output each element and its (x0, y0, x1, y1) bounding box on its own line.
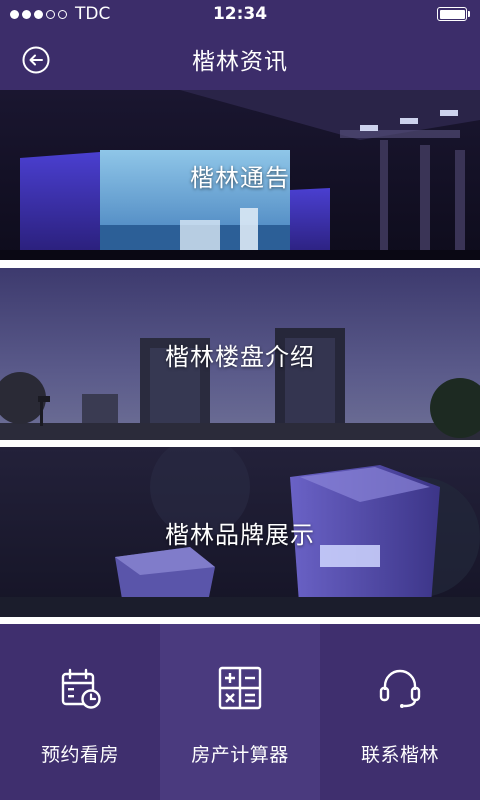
tab-label: 联系楷林 (360, 744, 439, 766)
card-label: 楷林楼盘介绍 (165, 342, 315, 371)
card-label: 楷林通告 (190, 163, 290, 192)
tab-label: 房产计算器 (191, 744, 289, 766)
page-title: 楷林资讯 (192, 49, 288, 75)
bottom-action-bar: 预约看房 房产计算器 联系楷林 (0, 624, 480, 800)
headset-icon (379, 669, 421, 708)
card-announcements[interactable]: 楷林通告 (0, 90, 480, 260)
card-brand-showcase[interactable]: 楷林品牌展示 (0, 447, 480, 617)
tab-contact[interactable]: 联系楷林 (320, 624, 480, 800)
tab-book-viewing[interactable]: 预约看房 (0, 624, 160, 800)
card-label: 楷林品牌展示 (165, 520, 315, 549)
carrier-name: TDC (75, 4, 111, 24)
signal-strength-icon (10, 9, 67, 19)
carrier-group: TDC (10, 4, 437, 24)
calculator-icon (218, 666, 262, 710)
back-arrow-circle-icon (22, 46, 50, 74)
tab-label: 预约看房 (40, 744, 119, 766)
back-button[interactable] (20, 44, 52, 76)
status-bar: TDC 12:34 (0, 0, 480, 28)
calendar-clock-icon (61, 668, 101, 709)
battery-icon (437, 7, 470, 21)
tab-mortgage-calculator[interactable]: 房产计算器 (160, 624, 320, 800)
app-screen: TDC 12:34 楷林资讯 楷林通告 楷林楼盘介绍 楷林品牌展示 预约看房 房… (0, 0, 480, 800)
nav-bar: 楷林资讯 (0, 28, 480, 90)
card-property-intro[interactable]: 楷林楼盘介绍 (0, 268, 480, 440)
